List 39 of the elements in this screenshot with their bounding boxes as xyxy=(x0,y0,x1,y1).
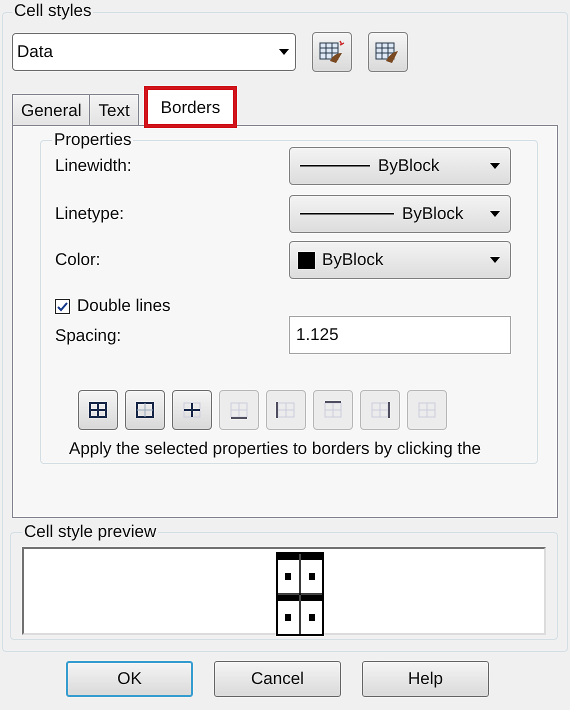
grid-icon xyxy=(416,400,438,420)
grid-icon xyxy=(369,400,391,420)
dialog-button[interactable]: OK xyxy=(66,661,193,697)
field-label: Color: xyxy=(55,249,100,271)
new-style-button[interactable] xyxy=(312,32,352,72)
manage-styles-button[interactable] xyxy=(368,32,408,72)
table-brush-icon xyxy=(318,39,346,65)
inside-borders-button[interactable] xyxy=(172,390,212,430)
dialog-button[interactable]: Cancel xyxy=(214,661,341,697)
color-dropdown[interactable]: ByBlock xyxy=(289,241,511,279)
checkbox[interactable] xyxy=(55,298,70,314)
caret-icon xyxy=(490,257,500,263)
grid-icon xyxy=(228,400,250,420)
field-label: Spacing: xyxy=(55,325,122,347)
field-label: Linewidth: xyxy=(55,155,132,177)
all-borders-button[interactable] xyxy=(78,390,118,430)
caret-icon xyxy=(490,163,500,169)
grid-icon xyxy=(134,400,156,420)
spacing-field[interactable]: 1.125 xyxy=(289,316,511,354)
dialog-button[interactable]: Help xyxy=(362,661,489,697)
checkbox-label: Double lines xyxy=(77,295,171,317)
style-dropdown[interactable]: Data xyxy=(12,33,296,71)
field-label: Linetype: xyxy=(55,203,124,225)
hint-text: Apply the selected properties to borders by clicking the xyxy=(69,438,482,460)
line-sample-icon xyxy=(300,165,370,167)
check-icon xyxy=(57,300,68,312)
line-sample-icon xyxy=(300,213,394,215)
grid-icon xyxy=(275,400,297,420)
grid-icon xyxy=(87,400,109,420)
line-dropdown[interactable]: ByBlock xyxy=(289,147,511,185)
grid-icon xyxy=(181,400,203,420)
caret-icon xyxy=(490,211,500,217)
outside-borders-button[interactable] xyxy=(125,390,165,430)
tab[interactable]: Borders xyxy=(146,88,236,126)
grid-icon xyxy=(322,400,344,420)
line-dropdown[interactable]: ByBlock xyxy=(289,195,511,233)
caret-icon xyxy=(279,49,289,55)
tab[interactable]: Text xyxy=(89,94,139,126)
tab[interactable]: General xyxy=(12,94,90,126)
